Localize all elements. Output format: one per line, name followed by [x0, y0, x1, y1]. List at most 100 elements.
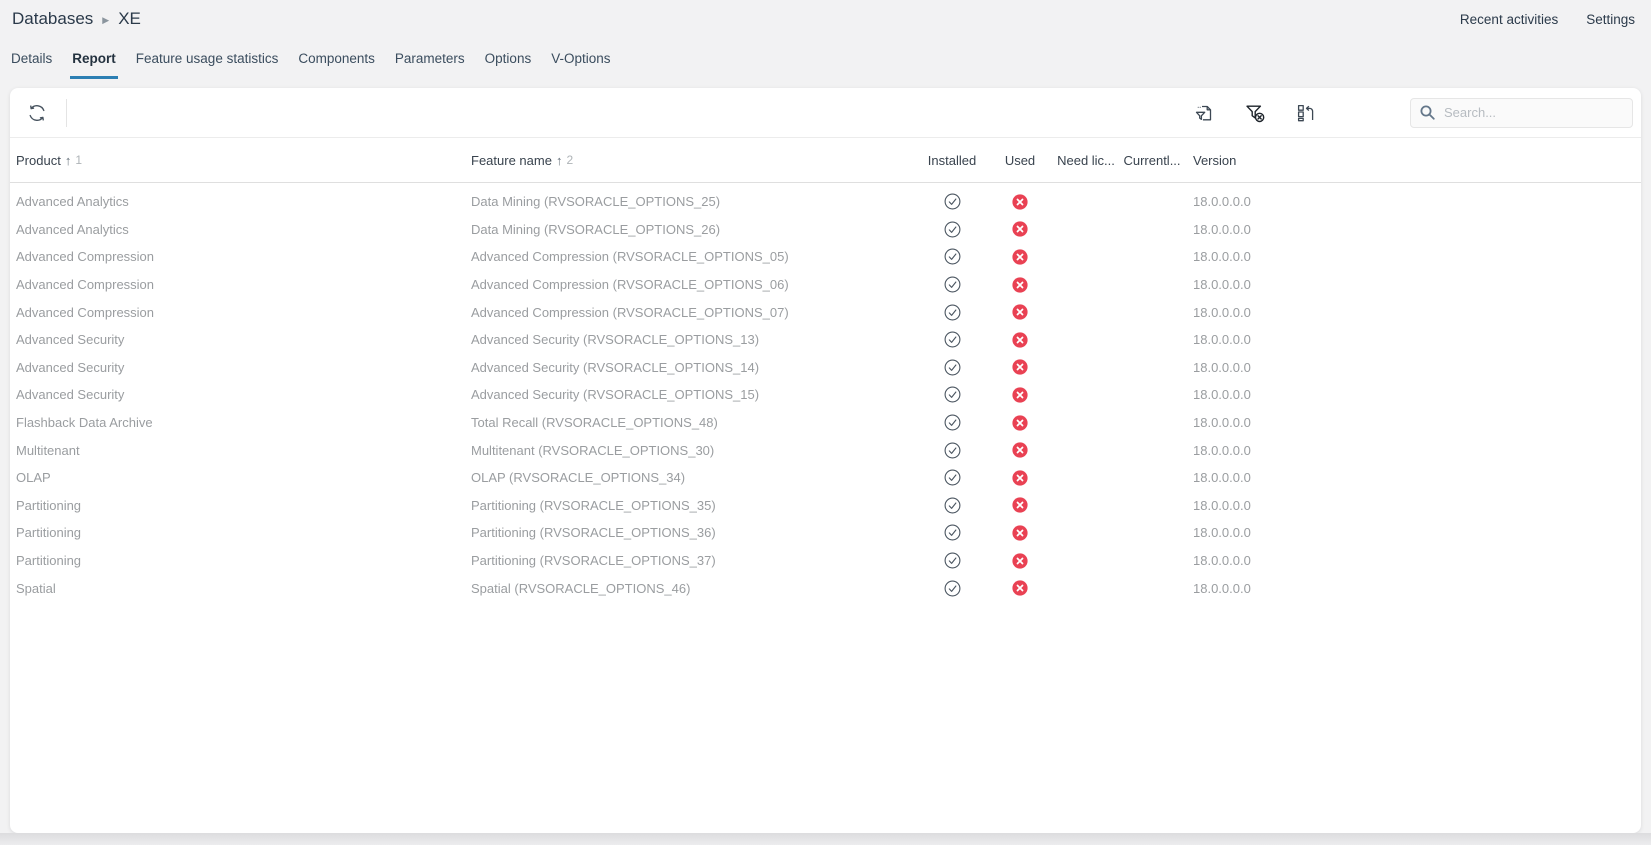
column-header-currently[interactable]: Currentl...	[1119, 153, 1185, 168]
tab-parameters[interactable]: Parameters	[393, 48, 467, 79]
table-row[interactable]: Partitioning Partitioning (RVSORACLE_OPT…	[10, 547, 1641, 575]
table-row[interactable]: Partitioning Partitioning (RVSORACLE_OPT…	[10, 519, 1641, 547]
check-circle-icon	[944, 331, 961, 348]
table-row[interactable]: Advanced Analytics Data Mining (RVSORACL…	[10, 188, 1641, 216]
product-cell: Flashback Data Archive	[16, 415, 471, 430]
tab-feature-usage-statistics[interactable]: Feature usage statistics	[134, 48, 281, 79]
table-row[interactable]: Multitenant Multitenant (RVSORACLE_OPTIO…	[10, 436, 1641, 464]
used-cell	[987, 580, 1053, 596]
table-row[interactable]: Advanced Security Advanced Security (RVS…	[10, 354, 1641, 382]
table-row[interactable]: OLAP OLAP (RVSORACLE_OPTIONS_34) 18.0.0.…	[10, 464, 1641, 492]
refresh-icon	[26, 102, 48, 124]
table-row[interactable]: Spatial Spatial (RVSORACLE_OPTIONS_46) 1…	[10, 574, 1641, 602]
check-circle-icon	[944, 386, 961, 403]
tab-options[interactable]: Options	[483, 48, 534, 79]
used-cell	[987, 553, 1053, 569]
sort-asc-icon: ↑	[65, 154, 72, 167]
product-cell: Partitioning	[16, 525, 471, 540]
installed-cell	[917, 193, 987, 210]
feature-name-cell: Advanced Security (RVSORACLE_OPTIONS_13)	[471, 332, 917, 347]
table-row[interactable]: Advanced Compression Advanced Compressio…	[10, 271, 1641, 299]
installed-cell	[917, 414, 987, 431]
column-header-version[interactable]: Version	[1185, 153, 1315, 168]
product-cell: Spatial	[16, 581, 471, 596]
check-circle-icon	[944, 276, 961, 293]
column-header-installed[interactable]: Installed	[917, 153, 987, 168]
used-cell	[987, 359, 1053, 375]
settings-link[interactable]: Settings	[1586, 12, 1635, 27]
feature-name-cell: Advanced Compression (RVSORACLE_OPTIONS_…	[471, 249, 917, 264]
installed-cell	[917, 580, 987, 597]
product-cell: Advanced Security	[16, 332, 471, 347]
tab-details[interactable]: Details	[9, 48, 54, 79]
breadcrumb-current: XE	[118, 9, 141, 29]
refresh-button[interactable]	[24, 100, 50, 126]
version-cell: 18.0.0.0.0	[1185, 498, 1315, 513]
feature-name-cell: OLAP (RVSORACLE_OPTIONS_34)	[471, 470, 917, 485]
table-row[interactable]: Flashback Data Archive Total Recall (RVS…	[10, 409, 1641, 437]
product-cell: Advanced Security	[16, 360, 471, 375]
product-cell: OLAP	[16, 470, 471, 485]
recent-activities-link[interactable]: Recent activities	[1460, 12, 1558, 27]
installed-cell	[917, 248, 987, 265]
check-circle-icon	[944, 442, 961, 459]
tab-v-options[interactable]: V-Options	[549, 48, 612, 79]
sort-asc-icon: ↑	[556, 154, 563, 167]
feature-name-cell: Partitioning (RVSORACLE_OPTIONS_36)	[471, 525, 917, 540]
installed-cell	[917, 442, 987, 459]
search-input[interactable]	[1444, 105, 1624, 120]
tab-bar: Details Report Feature usage statistics …	[0, 38, 1651, 79]
installed-cell	[917, 359, 987, 376]
check-circle-icon	[944, 304, 961, 321]
breadcrumb: Databases ▶ XE	[12, 9, 141, 29]
product-cell: Advanced Compression	[16, 249, 471, 264]
version-cell: 18.0.0.0.0	[1185, 415, 1315, 430]
table-row[interactable]: Advanced Security Advanced Security (RVS…	[10, 326, 1641, 354]
column-header-need-license[interactable]: Need lic...	[1053, 153, 1119, 168]
version-cell: 18.0.0.0.0	[1185, 470, 1315, 485]
breadcrumb-separator-icon: ▶	[102, 13, 109, 26]
installed-cell	[917, 304, 987, 321]
feature-name-cell: Total Recall (RVSORACLE_OPTIONS_48)	[471, 415, 917, 430]
column-chooser-button[interactable]	[1294, 101, 1318, 125]
column-header-product[interactable]: Product ↑ 1	[16, 153, 471, 168]
check-circle-icon	[944, 359, 961, 376]
table-row[interactable]: Advanced Compression Advanced Compressio…	[10, 243, 1641, 271]
x-circle-icon	[1012, 415, 1028, 431]
x-circle-icon	[1012, 580, 1028, 596]
x-circle-icon	[1012, 470, 1028, 486]
breadcrumb-root[interactable]: Databases	[12, 9, 93, 29]
column-header-feature-name[interactable]: Feature name ↑ 2	[471, 153, 917, 168]
used-cell	[987, 470, 1053, 486]
version-cell: 18.0.0.0.0	[1185, 277, 1315, 292]
column-header-used[interactable]: Used	[987, 153, 1053, 168]
product-cell: Advanced Analytics	[16, 222, 471, 237]
check-circle-icon	[944, 469, 961, 486]
product-cell: Partitioning	[16, 553, 471, 568]
used-cell	[987, 415, 1053, 431]
version-cell: 18.0.0.0.0	[1185, 194, 1315, 209]
product-cell: Partitioning	[16, 498, 471, 513]
version-cell: 18.0.0.0.0	[1185, 305, 1315, 320]
check-circle-icon	[944, 580, 961, 597]
table-row[interactable]: Advanced Security Advanced Security (RVS…	[10, 381, 1641, 409]
x-circle-icon	[1012, 387, 1028, 403]
tab-components[interactable]: Components	[296, 48, 377, 79]
feature-name-cell: Advanced Compression (RVSORACLE_OPTIONS_…	[471, 305, 917, 320]
table-row[interactable]: Advanced Compression Advanced Compressio…	[10, 298, 1641, 326]
version-cell: 18.0.0.0.0	[1185, 222, 1315, 237]
sort-order-badge: 2	[566, 154, 573, 166]
feature-name-cell: Spatial (RVSORACLE_OPTIONS_46)	[471, 581, 917, 596]
check-circle-icon	[944, 414, 961, 431]
grid-toolbar	[10, 88, 1641, 138]
installed-cell	[917, 276, 987, 293]
table-row[interactable]: Partitioning Partitioning (RVSORACLE_OPT…	[10, 492, 1641, 520]
installed-cell	[917, 331, 987, 348]
product-cell: Advanced Security	[16, 387, 471, 402]
clear-filter-button[interactable]	[1242, 101, 1268, 125]
tab-report[interactable]: Report	[70, 48, 118, 79]
table-header-row: Product ↑ 1 Feature name ↑ 2 Installed U…	[10, 138, 1641, 183]
filter-builder-button[interactable]	[1192, 101, 1216, 125]
table-row[interactable]: Advanced Analytics Data Mining (RVSORACL…	[10, 216, 1641, 244]
product-cell: Advanced Compression	[16, 277, 471, 292]
